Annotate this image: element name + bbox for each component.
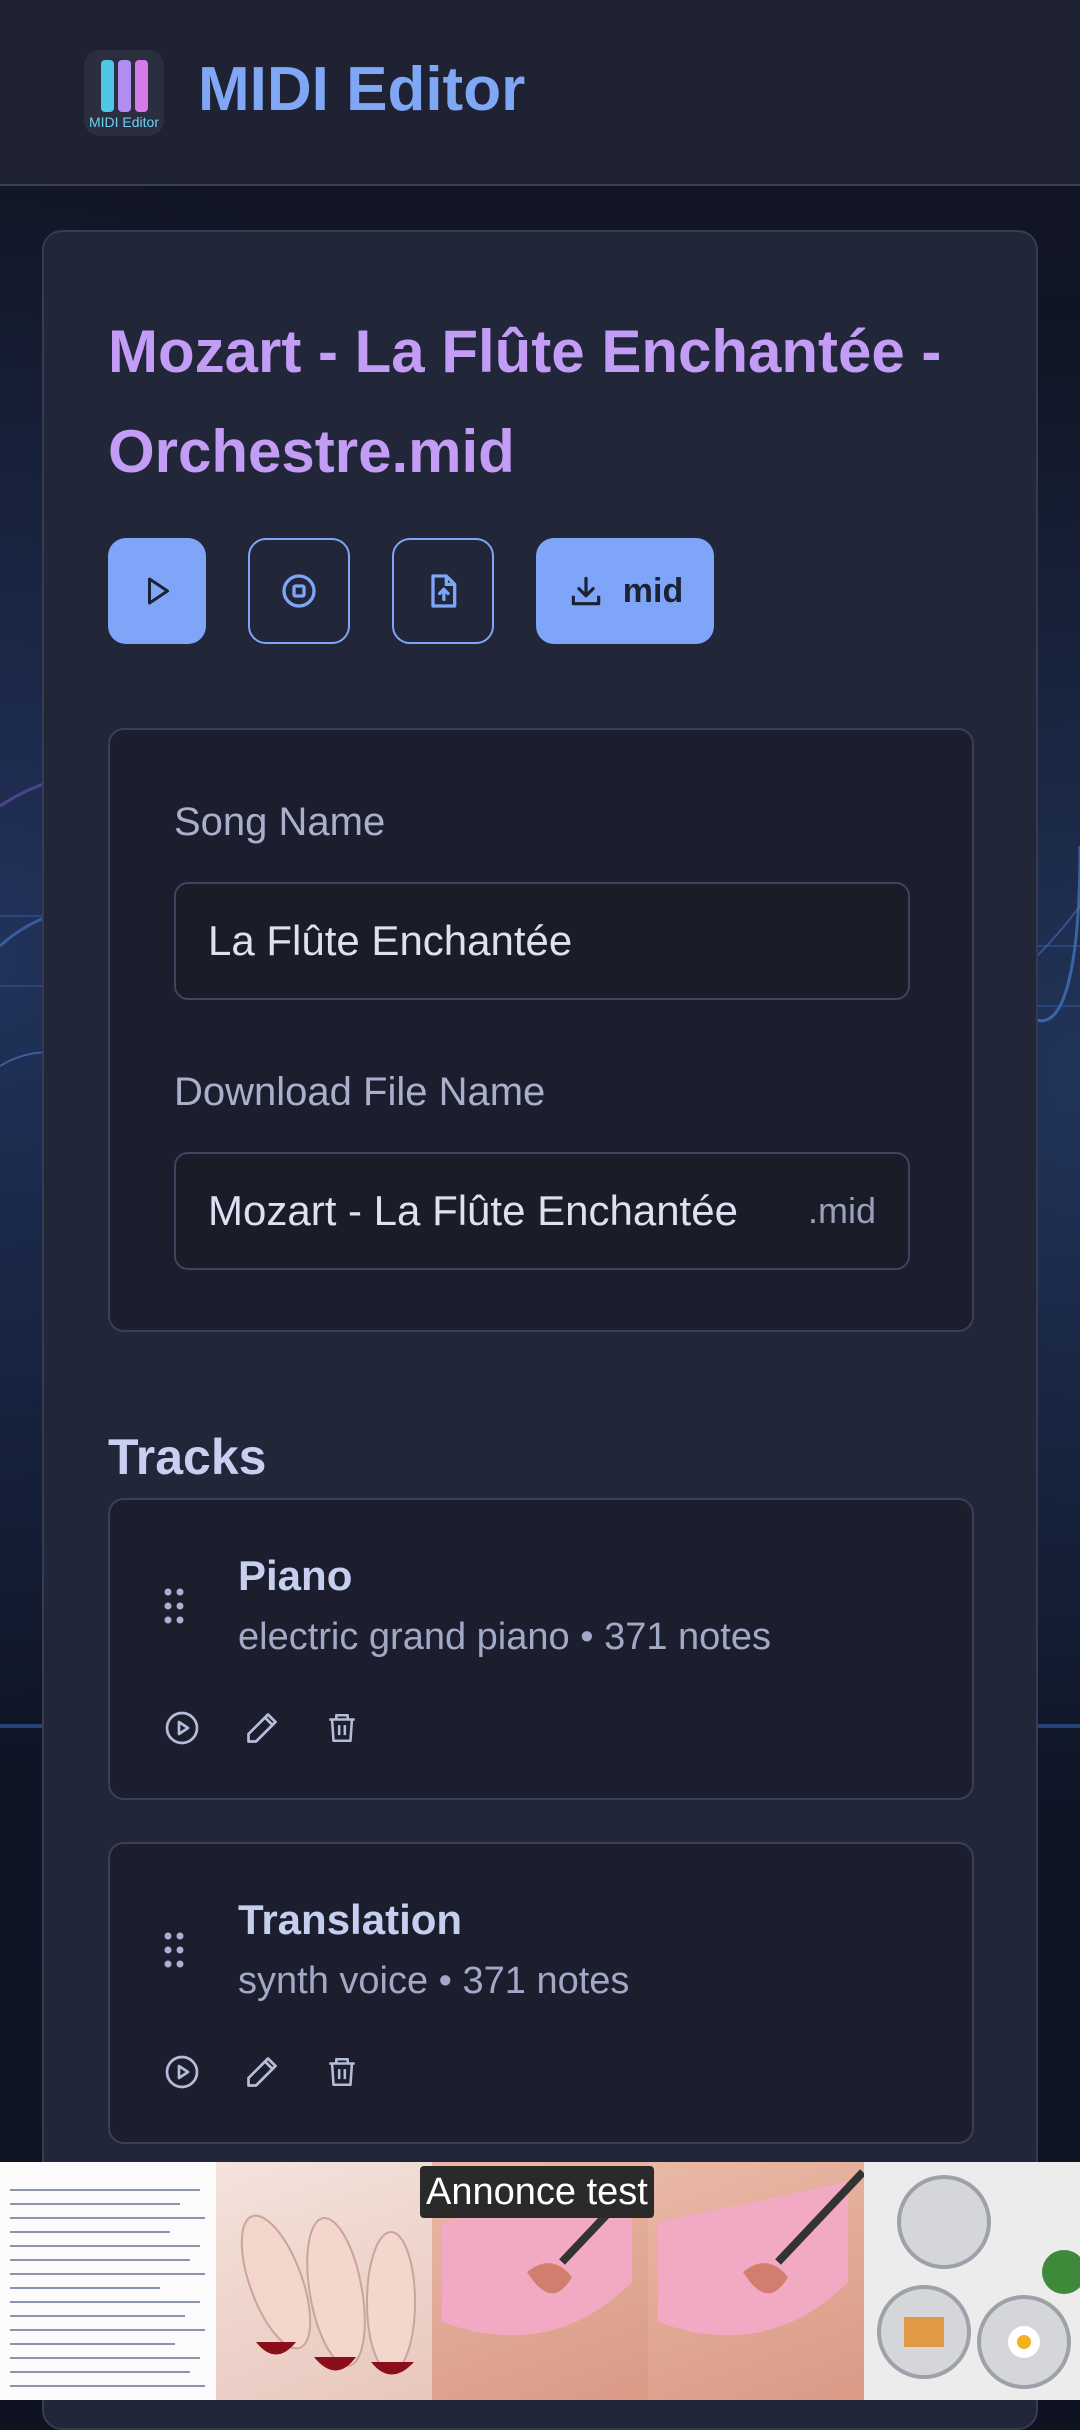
track-edit-button[interactable]: [242, 1708, 282, 1748]
track-play-button[interactable]: [162, 2052, 202, 2092]
ad-image-dishes[interactable]: [864, 2162, 1080, 2400]
track-delete-button[interactable]: [322, 2052, 362, 2092]
song-settings-panel: Song Name Download File Name .mid: [108, 728, 974, 1332]
ad-image-stencil-2[interactable]: [648, 2162, 864, 2400]
edit-icon: [247, 2057, 277, 2087]
edit-icon: [247, 1713, 277, 1743]
track-name: Piano: [238, 1552, 353, 1599]
stop-button[interactable]: [248, 538, 350, 644]
track-play-button[interactable]: [162, 1708, 202, 1748]
track-edit-button[interactable]: [242, 2052, 282, 2092]
download-midi-button[interactable]: mid: [536, 538, 714, 644]
track-meta: electric grand piano • 371 notes: [238, 1616, 771, 1658]
download-icon: [571, 576, 601, 606]
stop-icon: [282, 574, 316, 608]
play-icon: [148, 577, 169, 605]
download-label: mid: [622, 571, 684, 610]
import-file-button[interactable]: [392, 538, 494, 644]
editor-card: Mozart - La Flûte Enchantée - Orchestre.…: [42, 230, 1038, 2430]
ad-label: Annonce test: [420, 2166, 654, 2218]
track-actions: [162, 1708, 362, 1748]
ad-image-document[interactable]: [0, 2162, 216, 2400]
logo-text: MIDI Editor: [88, 114, 159, 130]
play-button[interactable]: [108, 538, 206, 644]
song-title: Mozart - La Flûte Enchantée - Orchestre.…: [108, 318, 942, 485]
track-card[interactable]: Piano electric grand piano • 371 notes: [108, 1498, 974, 1800]
song-name-label: Song Name: [174, 800, 386, 844]
song-name-field[interactable]: [174, 882, 910, 1000]
file-name-field[interactable]: .mid: [174, 1152, 910, 1270]
file-suffix: .mid: [807, 1190, 876, 1231]
play-circle-icon: [165, 1711, 199, 1745]
file-upload-icon: [431, 574, 457, 608]
track-actions: [162, 2052, 362, 2092]
tracks-heading: Tracks: [108, 1429, 267, 1485]
file-name-input[interactable]: [208, 1187, 908, 1235]
trash-icon: [329, 2057, 355, 2087]
app-logo[interactable]: MIDI Editor: [84, 50, 164, 136]
trash-icon: [329, 1713, 355, 1743]
file-name-label: Download File Name: [174, 1070, 546, 1114]
play-circle-icon: [165, 2055, 199, 2089]
grip-icon[interactable]: [162, 1930, 186, 1970]
ad-image-nails[interactable]: [216, 2162, 432, 2400]
song-name-input[interactable]: [208, 917, 908, 965]
track-meta: synth voice • 371 notes: [238, 1960, 630, 2002]
app-header: MIDI Editor MIDI Editor: [0, 0, 1080, 186]
track-card[interactable]: Translation synth voice • 371 notes: [108, 1842, 974, 2144]
app-title: MIDI Editor: [198, 55, 526, 124]
grip-icon[interactable]: [162, 1586, 186, 1626]
track-delete-button[interactable]: [322, 1708, 362, 1748]
logo-mark: [100, 60, 148, 112]
track-name: Translation: [238, 1896, 463, 1943]
